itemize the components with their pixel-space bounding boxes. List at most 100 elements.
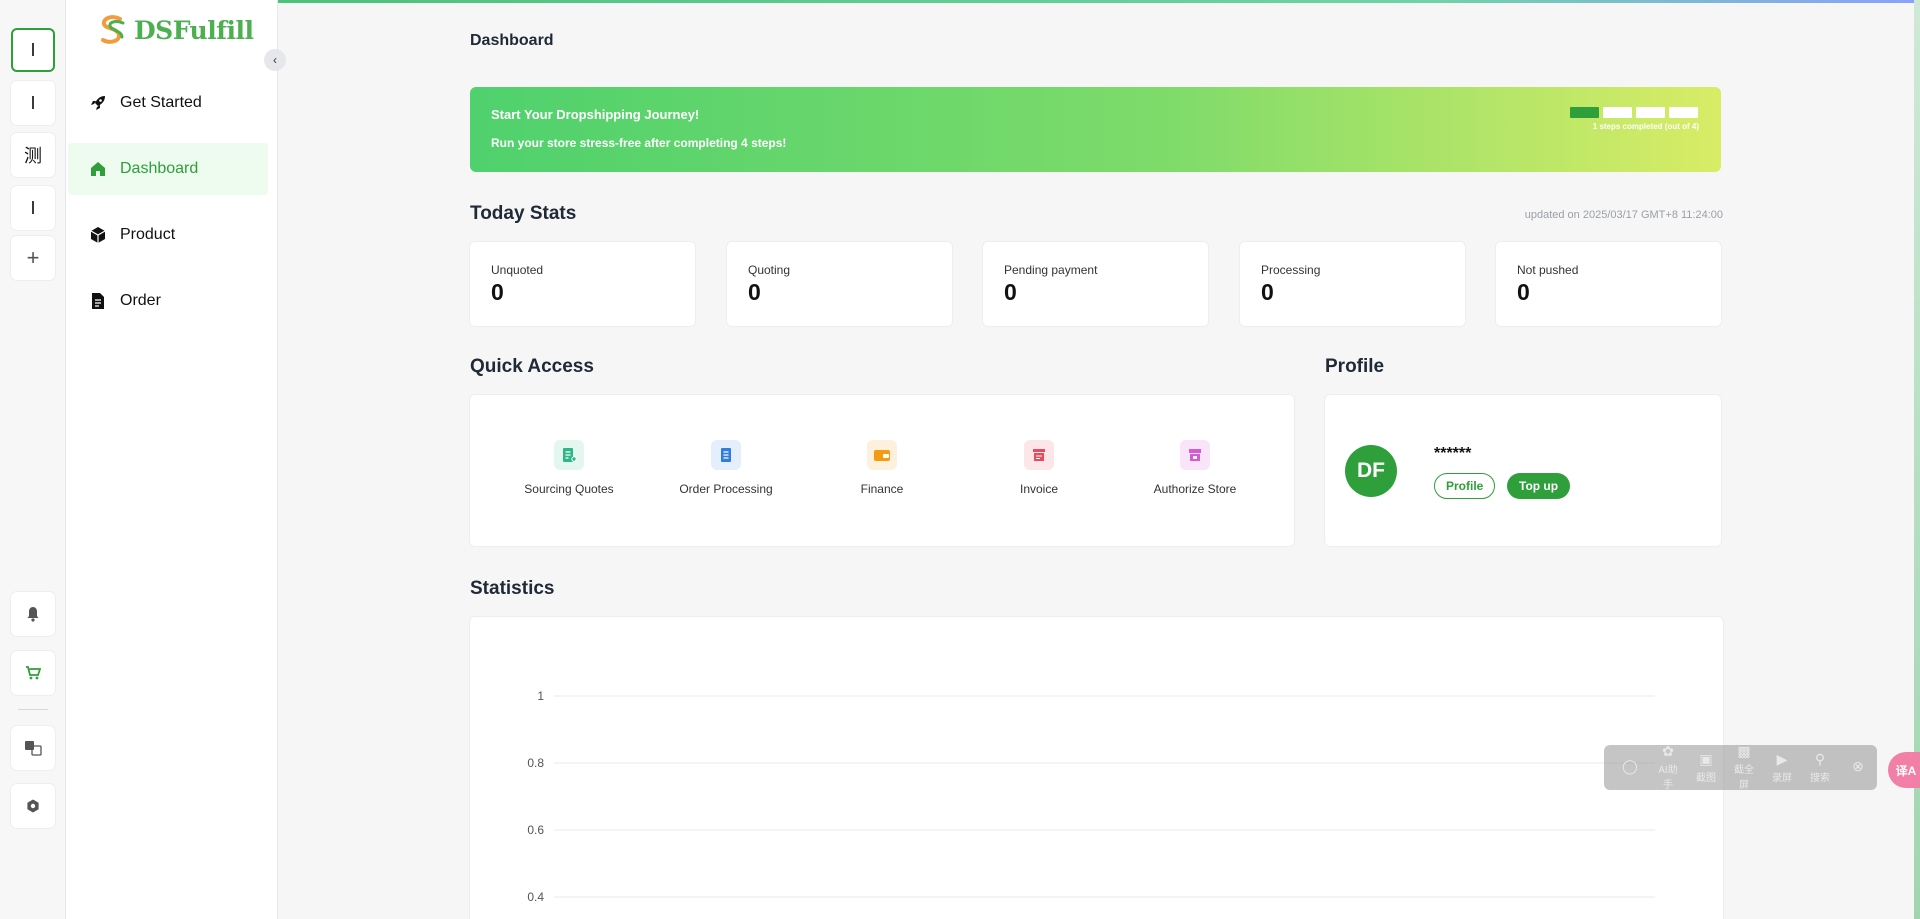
profile-card: DF ****** Profile Top up	[1325, 395, 1721, 546]
toolbar-label: 截全屏	[1734, 765, 1754, 791]
quick-access-title: Quick Access	[470, 356, 594, 377]
stat-label: Processing	[1261, 263, 1321, 277]
chevron-left-icon: ‹	[273, 53, 277, 67]
stat-label: Pending payment	[1004, 263, 1098, 277]
stat-card-unquoted[interactable]: Unquoted 0	[470, 242, 695, 326]
bell-icon	[27, 607, 39, 622]
toolbar-label: 搜索	[1810, 772, 1830, 784]
fullscreen-screenshot-button[interactable]: ▩ 截全屏	[1732, 744, 1756, 791]
statistics-chart-card: 1 0.8 0.6 0.4	[470, 617, 1723, 919]
stat-card-not-pushed[interactable]: Not pushed 0	[1496, 242, 1721, 326]
nav-item-label: Product	[120, 226, 176, 243]
home-icon	[88, 159, 108, 179]
top-loading-bar	[278, 0, 1920, 3]
quick-access-finance[interactable]: Finance	[812, 440, 952, 496]
stat-value: 0	[1517, 279, 1530, 305]
toolbar-label: AI助手	[1658, 765, 1678, 791]
onboarding-progress	[1570, 107, 1698, 118]
progress-step-1	[1570, 107, 1599, 118]
stat-card-pending-payment[interactable]: Pending payment 0	[983, 242, 1208, 326]
workspace-rail: I I 测 I +	[0, 0, 66, 919]
ai-icon: ✿	[1662, 743, 1674, 759]
search-button[interactable]: ⚲ 搜索	[1808, 752, 1832, 784]
stat-card-quoting[interactable]: Quoting 0	[727, 242, 952, 326]
quick-access-invoice[interactable]: Invoice	[969, 440, 1109, 496]
y-tick-label: 0.6	[527, 823, 544, 837]
quick-access-card: Sourcing Quotes Order Processing Finance…	[470, 395, 1294, 546]
quick-access-authorize-store[interactable]: Authorize Store	[1125, 440, 1265, 496]
profile-button[interactable]: Profile	[1434, 473, 1496, 499]
translate-icon	[25, 741, 42, 756]
workspace-item-2[interactable]: I	[11, 81, 55, 125]
gear-icon	[27, 799, 39, 813]
workspace-item-1[interactable]: I	[11, 28, 55, 72]
onboarding-banner[interactable]: Start Your Dropshipping Journey! Run you…	[470, 87, 1721, 172]
shield-icon: ◯	[1622, 758, 1638, 774]
record-screen-button[interactable]: ▶ 录屏	[1770, 752, 1794, 784]
screen-icon: ▩	[1737, 743, 1751, 759]
quote-icon	[554, 440, 584, 470]
quick-access-order-processing[interactable]: Order Processing	[656, 440, 796, 496]
main-sidebar: DSFulfill ‹ Get Started Dashboard Produc…	[66, 0, 286, 919]
nav-item-get-started[interactable]: Get Started	[68, 77, 268, 129]
stats-updated-time: updated on 2025/03/17 GMT+8 11:24:00	[1524, 209, 1723, 221]
cart-icon	[26, 666, 41, 680]
brand-logo[interactable]: DSFulfill	[94, 12, 254, 48]
steps-progress-label: 1 steps completed (out of 4)	[1592, 122, 1699, 131]
brand-name: DSFulfill	[134, 15, 254, 45]
stat-label: Quoting	[748, 263, 791, 277]
stat-card-processing[interactable]: Processing 0	[1240, 242, 1465, 326]
order-icon	[711, 440, 741, 470]
logo-mark-icon	[101, 15, 125, 44]
statistics-title: Statistics	[470, 578, 555, 599]
invoice-icon	[1024, 440, 1054, 470]
stat-value: 0	[748, 279, 761, 305]
cart-button[interactable]	[11, 651, 55, 695]
collapse-sidebar-button[interactable]: ‹	[264, 49, 286, 71]
today-stats-title: Today Stats	[470, 203, 577, 224]
rocket-icon	[88, 93, 108, 113]
store-icon	[1180, 440, 1210, 470]
stat-label: Not pushed	[1517, 263, 1579, 277]
language-button[interactable]	[11, 726, 55, 770]
banner-title: Start Your Dropshipping Journey!	[491, 107, 700, 122]
y-tick-label: 1	[537, 689, 544, 703]
toolbar-label: 录屏	[1772, 772, 1792, 784]
stat-value: 0	[491, 279, 504, 305]
add-workspace-button[interactable]: +	[11, 236, 55, 280]
avatar[interactable]: DF	[1345, 445, 1397, 497]
box-icon	[88, 225, 108, 245]
progress-step-2	[1603, 107, 1632, 118]
translate-bubble-button[interactable]: 译A	[1888, 752, 1920, 788]
workspace-item-4[interactable]: I	[11, 186, 55, 230]
progress-step-3	[1636, 107, 1665, 118]
shield-button[interactable]: ◯	[1618, 759, 1642, 776]
nav-item-product[interactable]: Product	[68, 209, 268, 261]
ai-assistant-button[interactable]: ✿ AI助手	[1656, 744, 1680, 791]
plus-icon: +	[26, 245, 40, 270]
stat-value: 0	[1261, 279, 1274, 305]
close-icon: ⊗	[1852, 758, 1864, 774]
quick-access-label: Sourcing Quotes	[524, 482, 614, 496]
nav-item-dashboard[interactable]: Dashboard	[68, 143, 268, 195]
workspace-label: I	[30, 39, 36, 60]
settings-button[interactable]	[11, 784, 55, 828]
workspace-label: I	[30, 197, 36, 218]
nav-item-order[interactable]: Order	[68, 275, 268, 327]
top-up-button[interactable]: Top up	[1507, 473, 1571, 499]
y-tick-label: 0.8	[527, 756, 544, 770]
y-tick-label: 0.4	[527, 890, 544, 904]
quick-access-label: Finance	[860, 482, 904, 496]
banner-subtitle: Run your store stress-free after complet…	[491, 136, 787, 150]
quick-access-sourcing-quotes[interactable]: Sourcing Quotes	[499, 440, 639, 496]
close-toolbar-button[interactable]: ⊗	[1846, 759, 1870, 776]
workspace-item-3[interactable]: 测	[11, 133, 55, 177]
statistics-chart: 1 0.8 0.6 0.4	[527, 689, 1655, 904]
screenshot-button[interactable]: ▣ 截图	[1694, 752, 1718, 784]
quick-access-label: Invoice	[1019, 482, 1059, 496]
notification-button[interactable]	[11, 592, 55, 636]
wallet-icon	[867, 440, 897, 470]
quick-access-label: Authorize Store	[1153, 482, 1237, 496]
toolbar-label: 截图	[1696, 772, 1716, 784]
nav-item-label: Get Started	[120, 94, 202, 111]
